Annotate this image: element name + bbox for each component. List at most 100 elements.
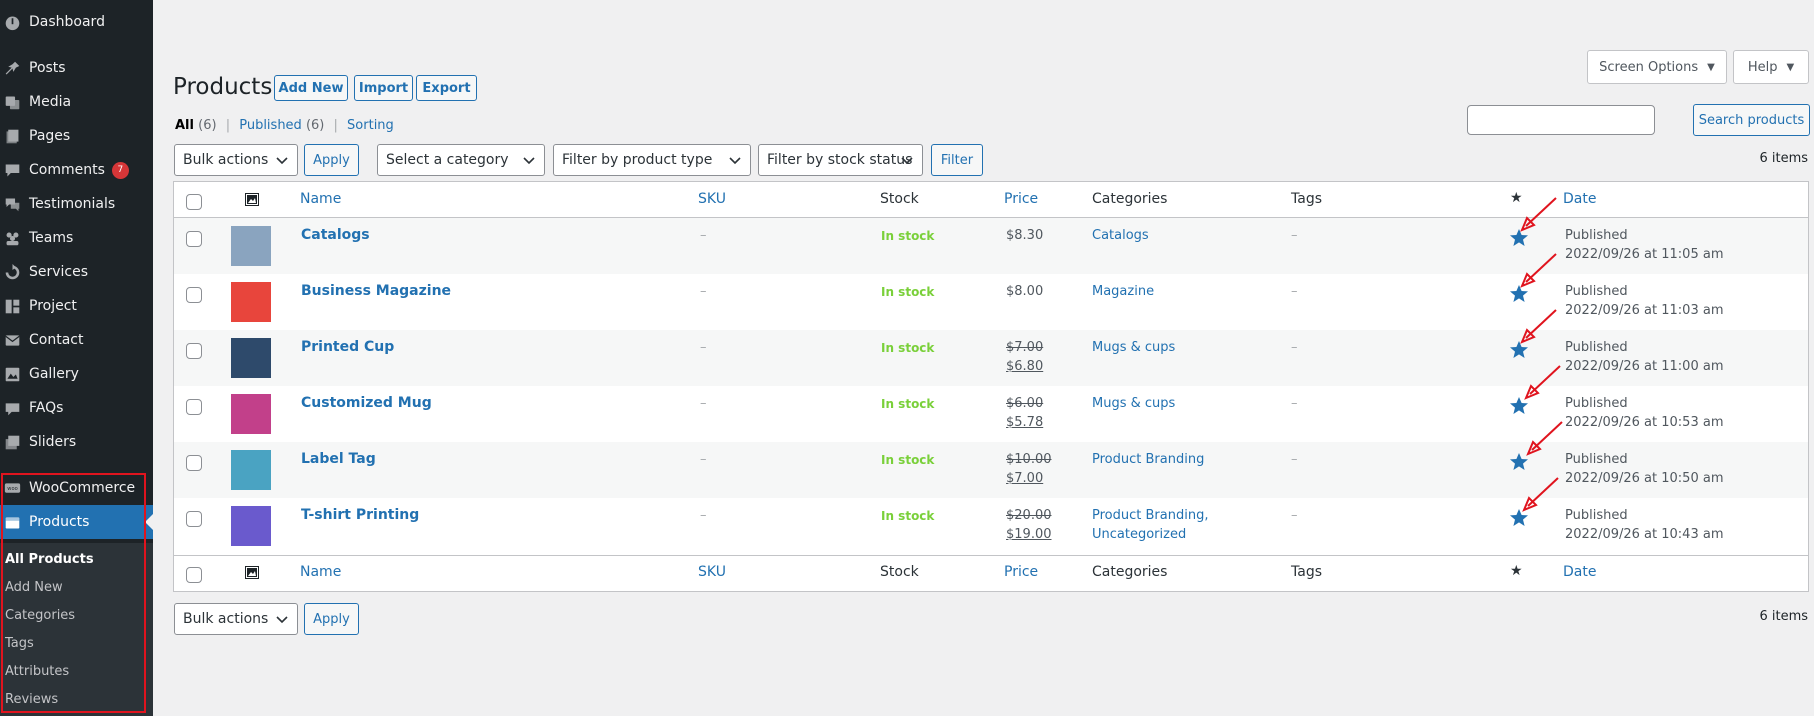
filter-button[interactable]: Filter [931, 144, 983, 176]
select-all-checkbox[interactable] [186, 567, 202, 583]
category-link[interactable]: Catalogs [1092, 226, 1149, 245]
bulk-actions-select-bottom[interactable]: Bulk actions [174, 603, 298, 635]
red-arrow-annotation [1520, 253, 1557, 288]
product-name-link[interactable]: Business Magazine [301, 283, 451, 299]
product-name-link[interactable]: Catalogs [301, 227, 370, 243]
row-checkbox[interactable] [186, 455, 202, 471]
product-name-link[interactable]: Printed Cup [301, 339, 394, 355]
submenu-item-tags[interactable]: Tags [5, 636, 34, 651]
sale-price: $7.00 [1006, 471, 1044, 486]
product-thumbnail[interactable] [231, 226, 271, 266]
submenu-item-categories[interactable]: Categories [5, 608, 75, 623]
row-checkbox[interactable] [186, 287, 202, 303]
sidebar-item-testimonials[interactable]: Testimonials [0, 187, 153, 221]
help-button[interactable]: Help ▼ [1733, 50, 1809, 84]
column-date[interactable]: Date [1563, 564, 1596, 580]
row-checkbox[interactable] [186, 343, 202, 359]
column-price[interactable]: Price [1004, 564, 1038, 580]
category-link[interactable]: Mugs & cups [1092, 338, 1175, 357]
sidebar-item-gallery[interactable]: Gallery [0, 357, 153, 391]
column-name[interactable]: Name [300, 191, 341, 207]
bulk-actions-select[interactable]: Bulk actions [174, 144, 298, 176]
view-published-link[interactable]: Published [239, 118, 302, 133]
category-name[interactable]: Product Branding, [1092, 508, 1208, 523]
sidebar-item-services[interactable]: Services [0, 255, 153, 289]
bulk-actions-value: Bulk actions [183, 611, 269, 627]
table-header: Name SKU Stock Price Categories Tags ★ D… [174, 182, 1808, 218]
select-all-checkbox[interactable] [186, 194, 202, 210]
column-sku[interactable]: SKU [698, 191, 726, 207]
submenu-item-all-products[interactable]: All Products [5, 552, 94, 567]
product-thumbnail[interactable] [231, 450, 271, 490]
sidebar-item-label: FAQs [29, 400, 64, 416]
apply-button-bottom[interactable]: Apply [304, 603, 359, 635]
category-name[interactable]: Product Branding [1092, 452, 1204, 467]
teams-icon [1, 228, 23, 248]
product-thumbnail[interactable] [231, 282, 271, 322]
sidebar-item-posts[interactable]: Posts [0, 51, 153, 85]
price-value: $20.00 $19.00 [1006, 506, 1052, 544]
add-new-button[interactable]: Add New [274, 75, 348, 101]
submenu-item-reviews[interactable]: Reviews [5, 692, 58, 707]
price-value: $8.00 [1006, 284, 1044, 299]
view-sorting-link[interactable]: Sorting [347, 118, 394, 133]
category-link[interactable]: Product Branding, Uncategorized [1092, 506, 1208, 544]
sidebar-item-sliders[interactable]: Sliders [0, 425, 153, 459]
row-checkbox[interactable] [186, 511, 202, 527]
view-all-link[interactable]: All [175, 118, 194, 133]
sidebar-item-comments[interactable]: Comments 7 [0, 153, 153, 187]
search-input[interactable] [1467, 105, 1655, 135]
product-thumbnail[interactable] [231, 506, 271, 546]
search-products-button[interactable]: Search products [1693, 104, 1810, 136]
category-name[interactable]: Mugs & cups [1092, 396, 1175, 411]
export-button[interactable]: Export [416, 75, 477, 101]
screen-options-label: Screen Options [1599, 59, 1699, 75]
sidebar-item-label: Products [29, 514, 90, 530]
category-name[interactable]: Catalogs [1092, 228, 1149, 243]
category-name[interactable]: Uncategorized [1092, 527, 1186, 542]
product-thumbnail[interactable] [231, 394, 271, 434]
column-price[interactable]: Price [1004, 191, 1038, 207]
project-icon [1, 296, 23, 316]
row-checkbox[interactable] [186, 231, 202, 247]
product-name-link[interactable]: Customized Mug [301, 395, 432, 411]
category-name[interactable]: Mugs & cups [1092, 340, 1175, 355]
sidebar-item-woocommerce[interactable]: woo WooCommerce [0, 471, 153, 505]
column-categories: Categories [1092, 564, 1168, 580]
product-type-select[interactable]: Filter by product type [553, 144, 751, 176]
sidebar-item-dashboard[interactable]: Dashboard [0, 5, 153, 39]
publish-date: 2022/09/26 at 10:50 am [1565, 471, 1724, 486]
sidebar-item-products[interactable]: Products [0, 505, 153, 539]
import-button[interactable]: Import [354, 75, 413, 101]
column-date[interactable]: Date [1563, 191, 1596, 207]
sidebar-item-label: Sliders [29, 434, 77, 450]
column-name[interactable]: Name [300, 564, 341, 580]
featured-star-icon[interactable]: ★ [1510, 563, 1523, 579]
stock-status-select[interactable]: Filter by stock status [758, 144, 923, 176]
product-name-link[interactable]: Label Tag [301, 451, 376, 467]
category-select[interactable]: Select a category [377, 144, 545, 176]
category-link[interactable]: Magazine [1092, 282, 1154, 301]
submenu-item-attributes[interactable]: Attributes [5, 664, 69, 679]
apply-button[interactable]: Apply [304, 144, 359, 176]
sidebar-item-project[interactable]: Project [0, 289, 153, 323]
stock-status: In stock [881, 341, 935, 355]
screen-options-button[interactable]: Screen Options ▼ [1587, 50, 1727, 84]
regular-price: $20.00 [1006, 508, 1052, 523]
sidebar-item-pages[interactable]: Pages [0, 119, 153, 153]
product-name-link[interactable]: T-shirt Printing [301, 507, 419, 523]
sidebar-item-media[interactable]: Media [0, 85, 153, 119]
date-cell: Published 2022/09/26 at 11:05 am [1565, 226, 1723, 264]
category-link[interactable]: Mugs & cups [1092, 394, 1175, 413]
publish-status: Published [1565, 340, 1628, 355]
column-sku[interactable]: SKU [698, 564, 726, 580]
category-link[interactable]: Product Branding [1092, 450, 1204, 469]
product-thumbnail[interactable] [231, 338, 271, 378]
sidebar-item-faqs[interactable]: FAQs [0, 391, 153, 425]
sidebar-item-teams[interactable]: Teams [0, 221, 153, 255]
sidebar-item-contact[interactable]: Contact [0, 323, 153, 357]
sliders-icon [1, 432, 23, 452]
category-name[interactable]: Magazine [1092, 284, 1154, 299]
submenu-item-add-new[interactable]: Add New [5, 580, 63, 595]
row-checkbox[interactable] [186, 399, 202, 415]
